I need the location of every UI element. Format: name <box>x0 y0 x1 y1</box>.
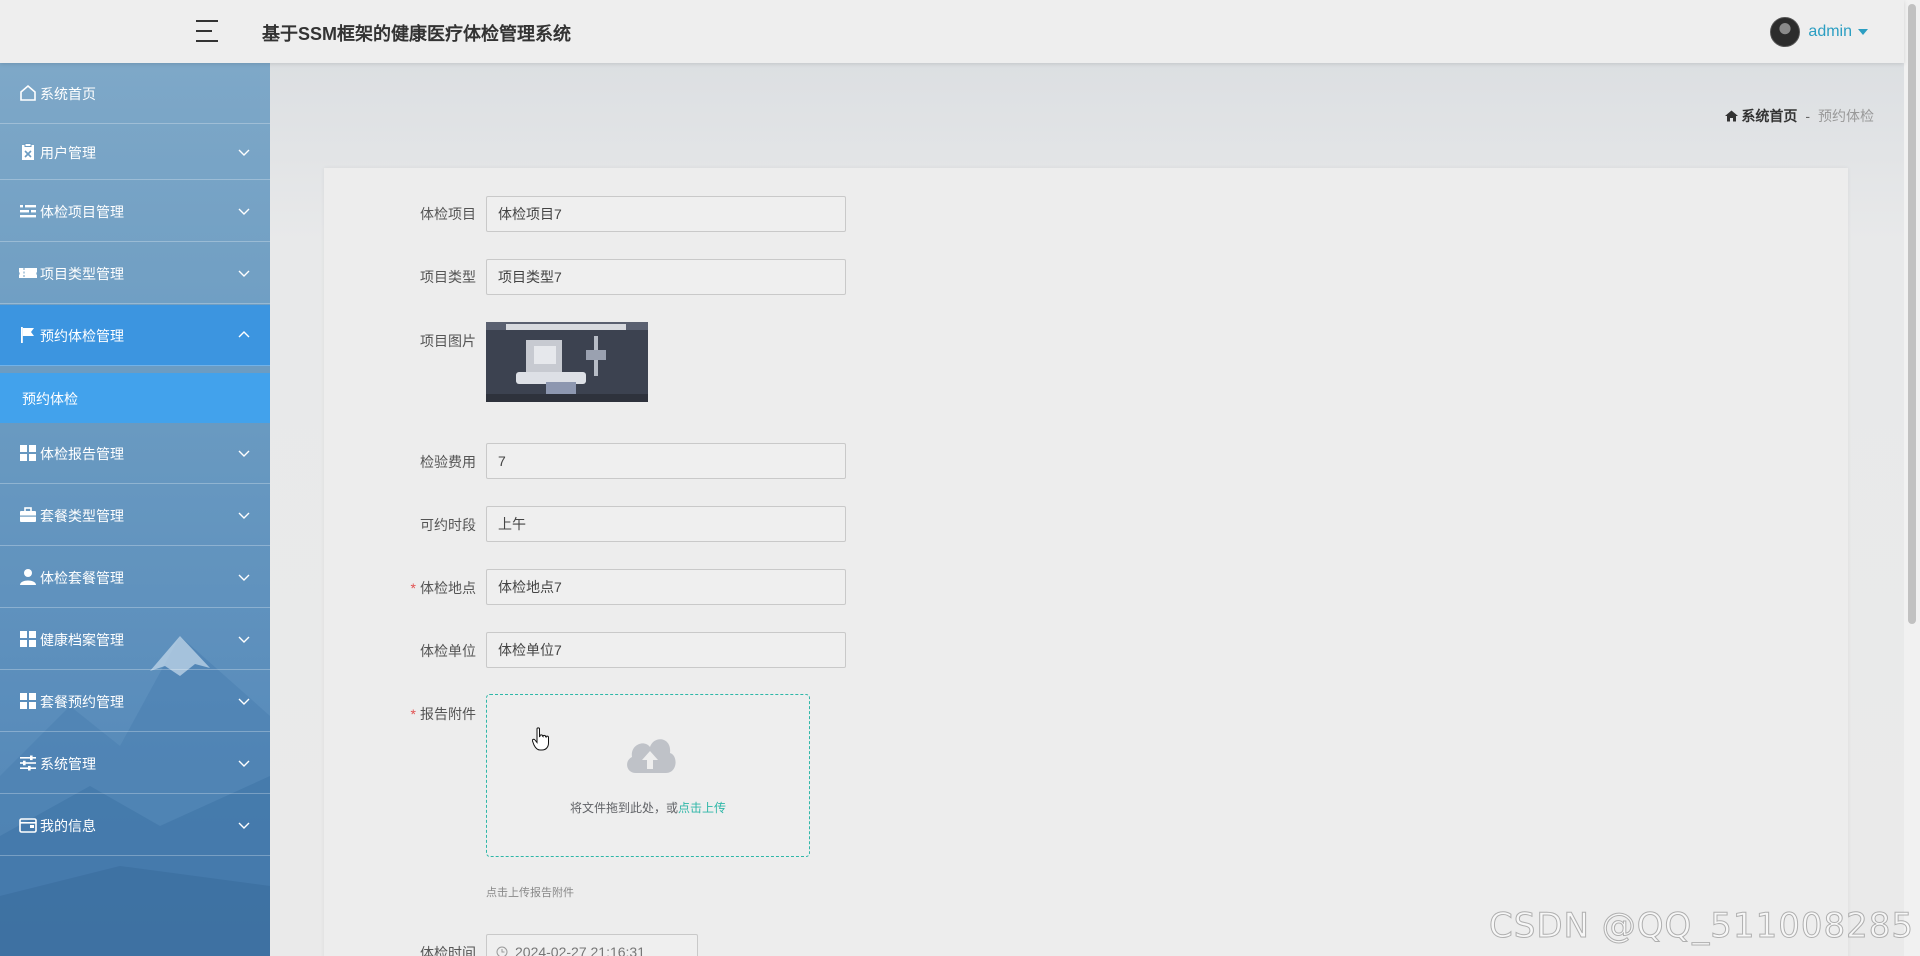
sidebar-item-item-types[interactable]: 项目类型管理 <box>0 243 270 304</box>
chevron-down-icon <box>238 450 250 457</box>
list-icon <box>20 204 36 218</box>
chevron-down-icon <box>238 698 250 705</box>
flag-icon <box>21 327 34 343</box>
time-slot-input[interactable] <box>486 506 846 542</box>
sidebar-item-label: 项目类型管理 <box>40 266 124 282</box>
clock-icon <box>496 946 508 956</box>
chevron-down-icon <box>238 636 250 643</box>
sidebar-item-package-types[interactable]: 套餐类型管理 <box>0 485 270 546</box>
watermark: CSDN @QQ_511008285 <box>1489 906 1914 947</box>
item-type-input[interactable] <box>486 259 846 295</box>
scrollbar-thumb[interactable] <box>1908 4 1916 624</box>
exam-item-label: 体检项目 <box>420 206 476 222</box>
sidebar: 系统首页 用户管理 体检项目管理 项目类型管理 预约体检管理 预约体检 体检报告… <box>0 63 270 956</box>
sidebar-item-appointments[interactable]: 预约体检管理 <box>0 305 270 366</box>
time-slot-label: 可约时段 <box>420 517 476 533</box>
chevron-up-icon <box>238 331 250 338</box>
unit-input[interactable] <box>486 632 846 668</box>
wallet-icon <box>19 818 37 833</box>
sidebar-item-exam-items[interactable]: 体检项目管理 <box>0 181 270 242</box>
cloud-upload-icon <box>627 739 676 773</box>
upload-hint: 将文件拖到此处，或点击上传 <box>569 801 727 815</box>
sidebar-item-label: 体检项目管理 <box>40 204 124 220</box>
exam-time-label: 体检时间 <box>420 945 476 956</box>
sidebar-item-reports[interactable]: 体检报告管理 <box>0 423 270 484</box>
top-bar: 基于SSM框架的健康医疗体检管理系统 admin <box>0 0 1904 63</box>
submenu-item-label: 预约体检 <box>22 391 78 407</box>
sidebar-item-label: 体检报告管理 <box>40 446 124 462</box>
item-type-label: 项目类型 <box>420 269 476 285</box>
sliders-icon <box>20 755 36 771</box>
grid-icon <box>20 631 36 647</box>
sidebar-item-my-info[interactable]: 我的信息 <box>0 795 270 856</box>
chevron-down-icon <box>238 149 250 156</box>
ticket-icon <box>19 268 37 278</box>
breadcrumb-separator: - <box>1805 108 1810 124</box>
user-menu[interactable]: admin <box>1770 17 1868 47</box>
submenu-item-book-exam[interactable]: 预约体检 <box>0 373 270 423</box>
fee-input[interactable] <box>486 443 846 479</box>
vertical-scrollbar[interactable] <box>1904 0 1920 956</box>
sidebar-item-label: 体检套餐管理 <box>40 570 124 586</box>
unit-label: 体检单位 <box>420 643 476 659</box>
app-title: 基于SSM框架的健康医疗体检管理系统 <box>262 24 572 44</box>
sidebar-item-package-appointments[interactable]: 套餐预约管理 <box>0 671 270 732</box>
chevron-down-icon <box>238 208 250 215</box>
sidebar-item-system[interactable]: 系统管理 <box>0 733 270 794</box>
sidebar-item-label: 我的信息 <box>40 818 96 834</box>
breadcrumb-home-link[interactable]: 系统首页 <box>1741 106 1797 126</box>
sidebar-item-health-records[interactable]: 健康档案管理 <box>0 609 270 670</box>
chevron-down-icon <box>238 270 250 277</box>
upload-tip: 点击上传报告附件 <box>486 887 574 899</box>
grid-icon <box>20 445 36 461</box>
sidebar-item-label: 套餐预约管理 <box>40 694 124 710</box>
sidebar-item-users[interactable]: 用户管理 <box>0 125 270 180</box>
sidebar-item-label: 套餐类型管理 <box>40 508 124 524</box>
sidebar-item-label: 预约体检管理 <box>40 328 124 344</box>
breadcrumb-current: 预约体检 <box>1818 108 1874 124</box>
home-icon <box>1725 110 1739 122</box>
username: admin <box>1808 23 1852 40</box>
menu-toggle-icon[interactable] <box>196 20 220 42</box>
medical-equipment-image <box>486 322 648 402</box>
sidebar-item-home[interactable]: 系统首页 <box>0 63 270 124</box>
exam-item-input[interactable] <box>486 196 846 232</box>
home-icon <box>20 84 36 101</box>
user-icon <box>20 569 36 585</box>
upload-dropzone[interactable]: 将文件拖到此处，或点击上传 <box>486 694 810 857</box>
chevron-down-icon <box>238 574 250 581</box>
chevron-down-icon <box>238 760 250 767</box>
item-image-label: 项目图片 <box>420 333 476 349</box>
chevron-down-icon <box>238 512 250 519</box>
briefcase-icon <box>20 507 36 522</box>
location-label: * 体检地点 <box>410 580 476 596</box>
chevron-down-icon <box>238 822 250 829</box>
caret-down-icon <box>1858 29 1868 35</box>
sidebar-item-label: 系统首页 <box>40 86 96 102</box>
avatar <box>1770 17 1801 47</box>
sidebar-item-label: 健康档案管理 <box>40 632 124 648</box>
sidebar-item-label: 系统管理 <box>40 756 96 772</box>
sidebar-item-packages[interactable]: 体检套餐管理 <box>0 547 270 608</box>
location-input[interactable] <box>486 569 846 605</box>
sidebar-item-label: 用户管理 <box>40 145 96 161</box>
grid-icon <box>20 693 36 709</box>
clipboard-icon <box>22 143 34 160</box>
item-image-thumbnail[interactable] <box>486 322 648 402</box>
exam-time-input[interactable]: 2024-02-27 21:16:31 <box>486 934 698 956</box>
fee-label: 检验费用 <box>420 454 476 470</box>
breadcrumb: 系统首页 - 预约体检 <box>1725 106 1874 126</box>
upload-link[interactable]: 点击上传 <box>678 801 726 815</box>
hand-cursor-icon <box>532 727 549 751</box>
attachment-label: * 报告附件 <box>410 706 476 722</box>
